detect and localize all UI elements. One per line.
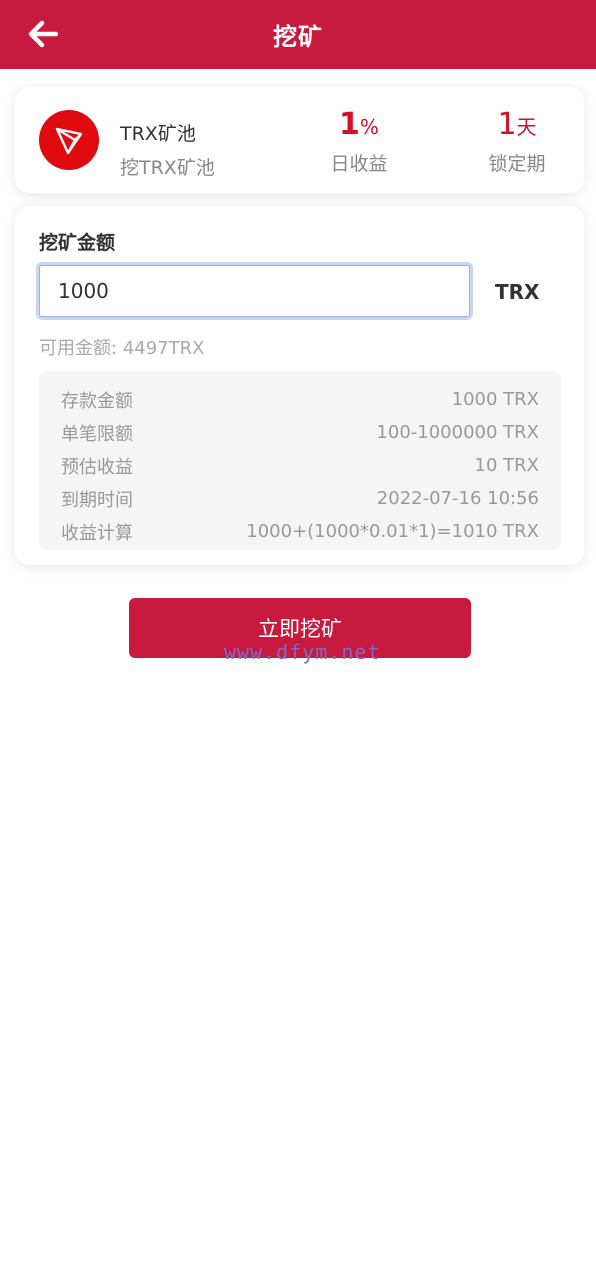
available-balance: 可用金额: 4497TRX xyxy=(39,334,204,360)
detail-value: 1000 TRX xyxy=(451,389,539,410)
detail-value: 2022-07-16 10:56 xyxy=(376,488,539,509)
pool-name: TRX矿池 xyxy=(120,123,196,145)
daily-rate-value: 1 xyxy=(339,107,360,142)
pool-subtitle: 挖TRX矿池 xyxy=(120,157,215,179)
tron-logo-icon xyxy=(39,110,99,170)
detail-label: 预估收益 xyxy=(61,456,133,478)
available-value: 4497TRX xyxy=(122,338,205,359)
detail-label: 单笔限额 xyxy=(61,423,133,445)
detail-row: 到期时间 2022-07-16 10:56 xyxy=(61,482,539,515)
watermark-text: www.dfym.net xyxy=(224,640,381,664)
detail-value: 1000+(1000*0.01*1)=1010 TRX xyxy=(246,521,539,542)
mining-amount-title: 挖矿金额 xyxy=(39,232,116,254)
detail-label: 收益计算 xyxy=(61,522,133,544)
detail-row: 存款金额 1000 TRX xyxy=(61,383,539,416)
detail-row: 收益计算 1000+(1000*0.01*1)=1010 TRX xyxy=(61,515,539,548)
lock-period-value: 1 xyxy=(497,107,517,142)
detail-value: 10 TRX xyxy=(474,455,539,476)
detail-label: 存款金额 xyxy=(61,390,133,412)
daily-rate-label: 日收益 xyxy=(330,153,388,175)
page-title: 挖矿 xyxy=(273,23,323,51)
pool-card: TRX矿池 挖TRX矿池 1% 日收益 1天 锁定期 xyxy=(15,87,584,193)
detail-label: 到期时间 xyxy=(61,489,133,511)
currency-label: TRX xyxy=(495,280,540,304)
top-bar: 挖矿 xyxy=(0,0,596,69)
mining-form-card: 挖矿金额 TRX 可用金额: 4497TRX 存款金额 1000 TRX 单笔限… xyxy=(15,206,584,565)
lock-period-label: 锁定期 xyxy=(488,153,546,175)
arrow-left-icon xyxy=(28,20,58,48)
daily-rate-unit: % xyxy=(359,115,379,139)
lock-period-unit: 天 xyxy=(516,115,537,139)
back-button[interactable] xyxy=(26,18,60,50)
details-panel: 存款金额 1000 TRX 单笔限额 100-1000000 TRX 预估收益 … xyxy=(39,371,561,550)
detail-row: 单笔限额 100-1000000 TRX xyxy=(61,416,539,449)
detail-row: 预估收益 10 TRX xyxy=(61,449,539,482)
lock-period-stat: 1天 锁定期 xyxy=(477,109,557,176)
detail-value: 100-1000000 TRX xyxy=(376,422,539,443)
available-label: 可用金额: xyxy=(39,338,118,359)
amount-input[interactable] xyxy=(39,265,470,317)
daily-rate-stat: 1% 日收益 xyxy=(313,109,405,176)
